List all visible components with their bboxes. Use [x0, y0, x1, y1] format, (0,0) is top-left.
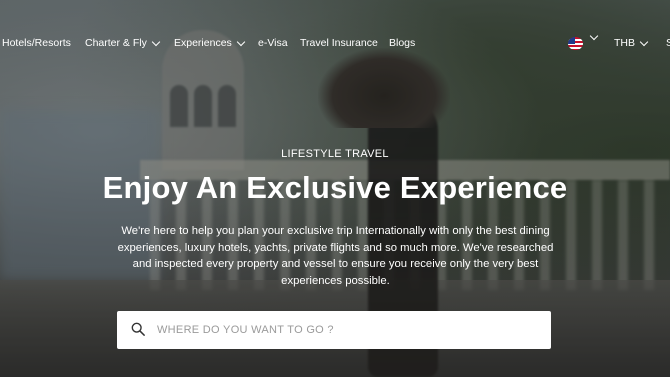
hero-description: We're here to help you plan your exclusi…: [117, 225, 554, 287]
nav-item-label: S: [666, 37, 670, 49]
nav-item-label: e-Visa: [258, 37, 288, 49]
nav-item-e-visa[interactable]: e-Visa: [258, 37, 288, 50]
nav-item-blogs[interactable]: Blogs: [389, 37, 415, 50]
search-icon[interactable]: [131, 322, 145, 336]
chevron-down-icon: [236, 37, 246, 46]
main-navigation: Hotels/Resorts Charter & Fly Experiences…: [0, 0, 670, 88]
chevron-down-icon: [589, 31, 599, 41]
flag-canton: [568, 37, 575, 44]
nav-item-label: Experiences: [174, 37, 232, 49]
us-flag-icon[interactable]: [568, 37, 583, 50]
nav-item-experiences[interactable]: Experiences: [174, 37, 246, 50]
destination-search-bar[interactable]: [117, 311, 551, 349]
hero-eyebrow: LIFESTYLE TRAVEL: [281, 148, 389, 160]
chevron-down-icon: [639, 37, 649, 46]
nav-item-charter-fly[interactable]: Charter & Fly: [85, 37, 161, 50]
destination-search-input[interactable]: [157, 311, 537, 349]
chevron-down-icon: [151, 37, 161, 46]
language-selector[interactable]: [589, 31, 599, 41]
currency-label: THB: [614, 37, 635, 49]
nav-item-label: Blogs: [389, 37, 416, 49]
nav-item-partial[interactable]: S: [666, 37, 670, 50]
nav-item-travel-insurance[interactable]: Travel Insurance: [300, 37, 378, 50]
nav-item-label: Hotels/Resorts: [2, 37, 71, 49]
hero-title: Enjoy An Exclusive Experience: [102, 170, 568, 205]
nav-item-label: Charter & Fly: [85, 37, 147, 49]
currency-selector[interactable]: THB: [614, 37, 649, 50]
nav-item-hotels-resorts[interactable]: Hotels/Resorts: [2, 37, 71, 50]
nav-item-label: Travel Insurance: [300, 37, 378, 49]
